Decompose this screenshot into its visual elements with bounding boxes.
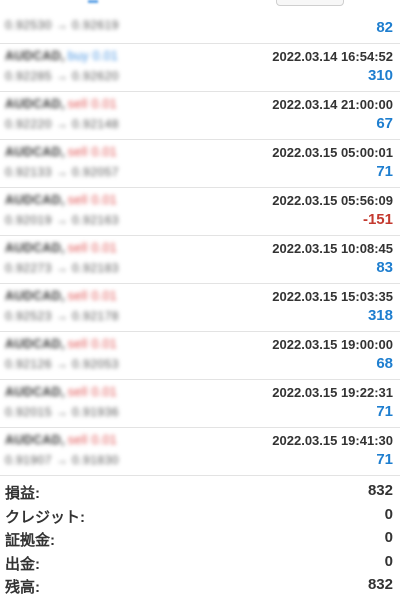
summary-value: 0 (384, 505, 393, 523)
account-summary: 損益: 832 クレジット: 0 証拠金: 0 出金: 0 残高: 832 (0, 480, 400, 598)
trade-row[interactable]: AUDCAD, sell 0.01 2022.03.15 19:22:31 0.920… (0, 380, 400, 428)
trade-symbol: AUDCAD, sell 0.01 (5, 241, 117, 255)
symbol-name: AUDCAD, (5, 241, 65, 255)
trade-side: sell 0.01 (67, 193, 118, 207)
trade-side: sell 0.01 (67, 241, 118, 255)
trade-side: sell 0.01 (67, 337, 118, 351)
trade-symbol: AUDCAD, sell 0.01 (5, 145, 117, 159)
trade-symbol: AUDCAD, sell 0.01 (5, 337, 117, 351)
summary-value: 832 (367, 482, 393, 499)
symbol-name: AUDCAD, (5, 337, 65, 351)
trade-timestamp: 2022.03.15 19:41:30 (272, 433, 393, 448)
trade-symbol: AUDCAD, sell 0.01 (5, 193, 117, 207)
summary-label: 残高: (5, 579, 40, 596)
price-line: 0.92133 → 0.92057 (5, 165, 119, 179)
trade-symbol: AUDCAD, sell 0.01 (5, 385, 117, 399)
price-line: 0.92019 → 0.92163 (5, 213, 119, 227)
header-button-fragment[interactable] (276, 0, 344, 6)
trade-timestamp: 2022.03.15 05:00:01 (272, 145, 393, 160)
trade-row[interactable]: AUDCAD, sell 0.01 2022.03.15 05:56:09 0.920… (0, 188, 400, 236)
profit-value: 318 (367, 307, 393, 324)
side-indicator-fragment (88, 0, 98, 3)
symbol-name: AUDCAD, (5, 433, 65, 447)
trade-side: sell 0.01 (67, 97, 118, 111)
profit-value: 71 (376, 403, 393, 420)
trade-row[interactable]: AUDCAD, sell 0.01 2022.03.15 10:08:45 0.922… (0, 236, 400, 284)
symbol-name: AUDCAD, (5, 49, 65, 63)
price-line: 0.92285 → 0.92620 (5, 69, 119, 83)
trade-side: sell 0.01 (67, 145, 118, 159)
summary-row: 出金: 0 (0, 551, 400, 575)
trade-side: sell 0.01 (67, 289, 118, 303)
symbol-name: AUDCAD, (5, 97, 65, 111)
trade-row[interactable]: AUDCAD, sell 0.01 2022.03.14 21:00:00 0.922… (0, 92, 400, 140)
summary-row: 残高: 832 (0, 574, 400, 598)
trade-timestamp: 2022.03.15 19:00:00 (272, 337, 393, 352)
profit-value: -151 (362, 211, 393, 228)
price-line: 0.92220 → 0.92148 (5, 117, 119, 131)
summary-row: クレジット: 0 (0, 504, 400, 528)
summary-label: クレジット: (5, 508, 85, 526)
summary-value: 0 (384, 529, 393, 546)
trade-timestamp: 2022.03.15 19:22:31 (272, 385, 393, 400)
trade-row[interactable]: AUDCAD, sell 0.01 2022.03.15 05:00:01 0.921… (0, 140, 400, 188)
trade-symbol: AUDCAD, sell 0.01 (5, 289, 117, 303)
symbol-name: AUDCAD, (5, 193, 65, 207)
price-line: 0.92126 → 0.92053 (5, 357, 119, 371)
top-partial-entry[interactable]: 0.92530 → 0.92619 82 (0, 0, 400, 44)
trade-row[interactable]: AUDCAD, sell 0.01 2022.03.15 15:03:35 0.925… (0, 284, 400, 332)
trade-timestamp: 2022.03.15 05:56:09 (272, 193, 393, 208)
trade-side: sell 0.01 (67, 433, 118, 447)
trade-timestamp: 2022.03.14 21:00:00 (272, 97, 393, 112)
symbol-name: AUDCAD, (5, 385, 65, 399)
summary-label: 証拠金: (5, 532, 55, 549)
summary-row: 証拠金: 0 (0, 527, 400, 551)
profit-value: 82 (376, 19, 393, 36)
symbol-name: AUDCAD, (5, 289, 65, 303)
trade-symbol: AUDCAD, sell 0.01 (5, 433, 117, 447)
trade-row[interactable]: AUDCAD, sell 0.01 2022.03.15 19:41:30 0.919… (0, 428, 400, 476)
price-line: 0.92530 → 0.92619 (5, 18, 119, 32)
summary-row: 損益: 832 (0, 480, 400, 504)
summary-label: 損益: (5, 485, 40, 502)
trade-side: buy 0.01 (67, 49, 119, 63)
trade-timestamp: 2022.03.14 16:54:52 (272, 49, 393, 64)
price-line: 0.92523 → 0.92178 (5, 309, 119, 323)
trade-row[interactable]: AUDCAD, buy 0.01 2022.03.14 16:54:52 0.9228… (0, 44, 400, 92)
profit-value: 71 (376, 163, 393, 180)
trade-side: sell 0.01 (67, 385, 118, 399)
price-line: 0.92015 → 0.91936 (5, 405, 119, 419)
price-line: 0.91907 → 0.91830 (5, 453, 119, 467)
trade-symbol: AUDCAD, buy 0.01 (5, 49, 118, 63)
summary-value: 832 (367, 576, 393, 593)
trade-row[interactable]: AUDCAD, sell 0.01 2022.03.15 19:00:00 0.921… (0, 332, 400, 380)
profit-value: 83 (376, 259, 393, 276)
summary-label: 出金: (5, 555, 40, 573)
symbol-name: AUDCAD, (5, 145, 65, 159)
summary-value: 0 (384, 552, 393, 570)
trade-timestamp: 2022.03.15 10:08:45 (272, 241, 393, 256)
price-line: 0.92273 → 0.92183 (5, 261, 119, 275)
profit-value: 68 (376, 355, 393, 372)
trade-timestamp: 2022.03.15 15:03:35 (272, 289, 393, 304)
profit-value: 67 (376, 115, 393, 132)
trade-symbol: AUDCAD, sell 0.01 (5, 97, 117, 111)
profit-value: 310 (367, 67, 393, 84)
profit-value: 71 (376, 451, 393, 468)
